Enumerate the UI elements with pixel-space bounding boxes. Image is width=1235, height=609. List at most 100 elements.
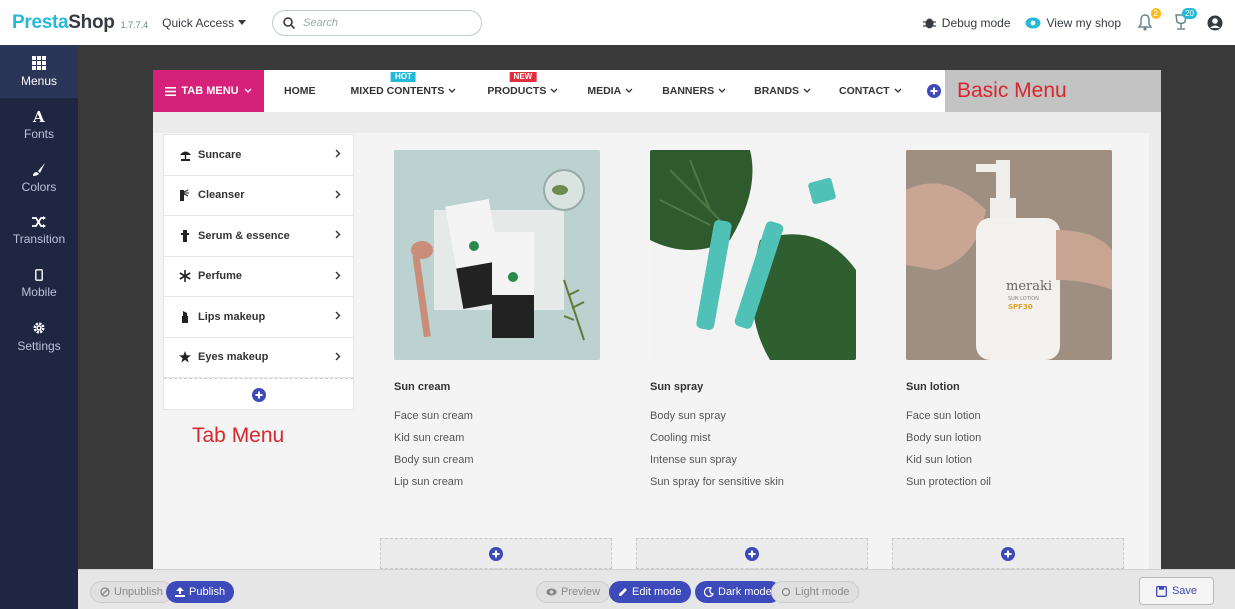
product-link[interactable]: Kid sun cream xyxy=(394,432,609,454)
sidebar-item-mobile[interactable]: Mobile xyxy=(0,257,78,310)
sidebar-item-transition[interactable]: Transition xyxy=(0,204,78,257)
menu-item-contact[interactable]: CONTACT xyxy=(839,70,902,112)
bug-icon xyxy=(922,18,936,29)
quick-access-dropdown[interactable]: Quick Access xyxy=(162,16,247,30)
menu-item-products[interactable]: NEW PRODUCTS xyxy=(487,70,558,112)
tab-item-eyes-makeup[interactable]: Eyes makeup xyxy=(164,338,353,378)
chevron-right-icon xyxy=(335,149,341,158)
save-icon xyxy=(1156,585,1167,597)
light-mode-button[interactable]: Light mode xyxy=(771,581,860,603)
chevron-down-icon xyxy=(550,88,558,93)
edit-mode-button[interactable]: Edit mode xyxy=(609,581,691,603)
pencil-icon xyxy=(619,588,627,596)
bottle-label-text: SUN LOTION xyxy=(1008,296,1039,302)
customers-notification[interactable]: 20 xyxy=(1171,7,1197,34)
tab-item-lips-makeup[interactable]: Lips makeup xyxy=(164,297,353,338)
product-image-sun-cream[interactable] xyxy=(394,150,600,360)
chevron-down-icon xyxy=(625,88,633,93)
menu-item-brands[interactable]: BRANDS xyxy=(754,70,811,112)
product-link[interactable]: Face sun cream xyxy=(394,410,609,432)
plus-icon xyxy=(489,546,503,561)
view-shop-link[interactable]: View my shop xyxy=(1025,16,1121,30)
hamburger-icon xyxy=(165,86,177,96)
tab-list: Suncare Cleanser Serum & essence Perfume… xyxy=(163,134,354,410)
mobile-icon xyxy=(35,268,43,281)
product-link[interactable]: Body sun cream xyxy=(394,454,609,476)
sun-icon xyxy=(781,587,791,597)
menu-item-mixed-contents[interactable]: HOT MIXED CONTENTS xyxy=(351,70,457,112)
version-label: 1.7.7.4 xyxy=(120,19,149,30)
tab-item-cleanser[interactable]: Cleanser xyxy=(164,176,353,216)
sidebar-item-colors[interactable]: Colors xyxy=(0,151,78,204)
bottle-spf-text: SPF30 xyxy=(1008,303,1033,311)
search-input[interactable]: Search xyxy=(272,9,483,36)
menu-item-banners[interactable]: BANNERS xyxy=(662,70,726,112)
chevron-right-icon xyxy=(335,190,341,198)
product-link[interactable]: Kid sun lotion xyxy=(906,454,1121,476)
eye-icon xyxy=(546,588,557,596)
chevron-right-icon xyxy=(335,352,341,360)
product-link[interactable]: Cooling mist xyxy=(650,432,865,454)
bottom-toolbar: Unpublish Publish Preview Edit mode Dark… xyxy=(78,569,1235,609)
chevron-down-icon xyxy=(244,88,252,93)
dropper-bottle-icon xyxy=(178,229,192,242)
lipstick-icon xyxy=(178,310,192,323)
save-button[interactable]: Save xyxy=(1139,577,1214,605)
add-menu-item-button[interactable] xyxy=(926,84,941,98)
product-link[interactable]: Face sun lotion xyxy=(906,410,1121,432)
top-bar: PrestaShop 1.7.7.4 Quick Access Search D… xyxy=(0,0,1235,45)
product-link[interactable]: Body sun spray xyxy=(650,410,865,432)
tab-item-suncare[interactable]: Suncare xyxy=(164,135,353,176)
product-column: Sun spray Body sun spray Cooling mist In… xyxy=(637,150,865,498)
product-link[interactable]: Intense sun spray xyxy=(650,454,865,476)
dark-mode-button[interactable]: Dark mode xyxy=(695,581,781,603)
menu-item-media[interactable]: MEDIA xyxy=(587,70,633,112)
sidebar-item-fonts[interactable]: A Fonts xyxy=(0,98,78,151)
product-link[interactable]: Sun spray for sensitive skin xyxy=(650,476,865,498)
user-circle-icon xyxy=(1207,15,1223,30)
add-block-button[interactable] xyxy=(636,538,868,569)
prestashop-logo[interactable]: PrestaShop xyxy=(12,12,115,34)
basic-menu-label: Basic Menu xyxy=(945,70,1161,112)
upload-icon xyxy=(175,587,185,597)
star-icon xyxy=(178,351,192,363)
tab-item-serum-essence[interactable]: Serum & essence xyxy=(164,216,353,257)
chevron-down-icon xyxy=(718,88,726,93)
svg-text:A: A xyxy=(32,109,45,123)
product-column: Sun cream Face sun cream Kid sun cream B… xyxy=(381,150,609,498)
brush-icon xyxy=(33,162,45,176)
tab-item-perfume[interactable]: Perfume xyxy=(164,257,353,297)
sidebar-item-menus[interactable]: Menus xyxy=(0,45,78,98)
add-block-button[interactable] xyxy=(380,538,612,569)
product-image-sun-spray[interactable] xyxy=(650,150,856,360)
product-link[interactable]: Lip sun cream xyxy=(394,476,609,498)
plus-icon xyxy=(1001,546,1015,561)
caret-down-icon xyxy=(238,19,247,25)
chevron-right-icon xyxy=(335,311,341,320)
unpublish-button[interactable]: Unpublish xyxy=(90,581,173,603)
snowflake-icon xyxy=(178,270,192,283)
mega-menu-bar: TAB MENU HOME HOT MIXED CONTENTS NEW PRO… xyxy=(153,70,1161,112)
notification-badge: 2 xyxy=(1150,7,1161,19)
chevron-right-icon xyxy=(335,271,341,279)
product-title[interactable]: Sun cream xyxy=(394,381,609,393)
product-link[interactable]: Body sun lotion xyxy=(906,432,1121,454)
menu-item-home[interactable]: HOME xyxy=(284,70,316,112)
search-icon xyxy=(283,16,296,29)
shuffle-icon xyxy=(32,215,46,228)
add-tab-button[interactable] xyxy=(164,378,353,411)
tab-menu-button[interactable]: TAB MENU xyxy=(153,70,264,112)
debug-mode-link[interactable]: Debug mode xyxy=(922,16,1011,30)
spray-icon xyxy=(178,189,192,202)
orders-notification[interactable]: 2 xyxy=(1135,7,1161,34)
user-account-button[interactable] xyxy=(1207,15,1223,31)
sidebar-item-settings[interactable]: Settings xyxy=(0,310,78,363)
plus-icon xyxy=(745,546,759,561)
product-title[interactable]: Sun spray xyxy=(650,381,865,393)
product-title[interactable]: Sun lotion xyxy=(906,381,1121,393)
publish-button[interactable]: Publish xyxy=(166,581,235,603)
preview-button[interactable]: Preview xyxy=(536,581,611,603)
add-block-button[interactable] xyxy=(892,538,1124,569)
product-image-sun-lotion[interactable]: meraki SUN LOTION SPF30 xyxy=(906,150,1112,360)
product-link[interactable]: Sun protection oil xyxy=(906,476,1121,498)
